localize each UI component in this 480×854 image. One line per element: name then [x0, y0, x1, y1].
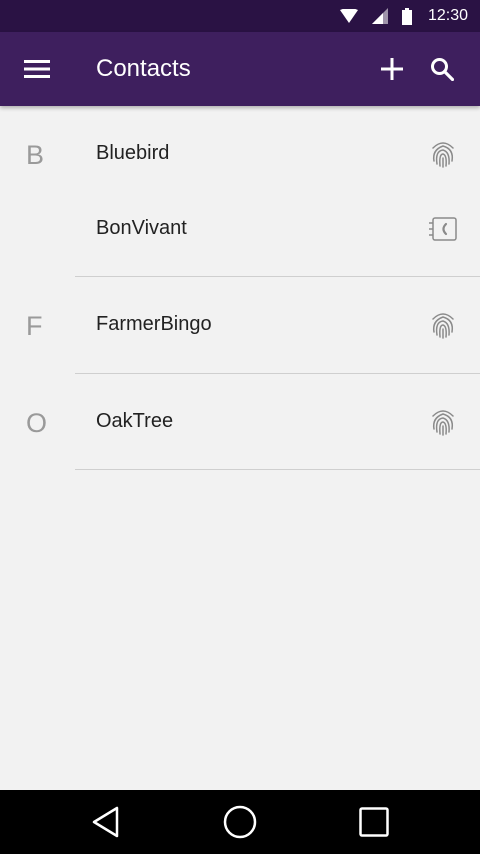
fingerprint-icon [428, 138, 458, 170]
home-button[interactable] [216, 798, 264, 846]
status-bar: 12:30 [0, 0, 480, 32]
status-time: 12:30 [427, 7, 468, 24]
back-button[interactable] [82, 798, 130, 846]
contact-row-bluebird[interactable]: Bluebird [0, 106, 480, 181]
divider [75, 469, 480, 470]
recents-button[interactable] [350, 798, 398, 846]
cell-signal-icon [371, 8, 388, 24]
contact-name: FarmerBingo [96, 313, 212, 335]
battery-icon [401, 7, 412, 25]
search-button[interactable] [418, 45, 466, 93]
section-o: O OakTree [0, 374, 480, 470]
contact-list: B Bluebird BonVivant F FarmerBingo O Oak… [0, 106, 480, 470]
section-f: F FarmerBingo [0, 277, 480, 374]
contact-name: BonVivant [96, 217, 187, 239]
page-title: Contacts [96, 55, 191, 82]
app-bar: Contacts [0, 32, 480, 106]
menu-button[interactable] [13, 45, 61, 93]
fingerprint-icon [428, 309, 458, 341]
contact-name: Bluebird [96, 142, 170, 164]
contact-row-farmerbingo[interactable]: FarmerBingo [0, 277, 480, 352]
contact-phone-icon [428, 213, 458, 245]
menu-icon [24, 60, 50, 78]
add-icon [381, 58, 403, 80]
recents-icon [359, 807, 389, 837]
contact-row-oaktree[interactable]: OakTree [0, 374, 480, 449]
contact-name: OakTree [96, 410, 174, 432]
wifi-icon [339, 9, 358, 23]
section-b: B Bluebird BonVivant [0, 106, 480, 277]
search-icon [431, 58, 454, 81]
contact-row-bonvivant[interactable]: BonVivant [0, 181, 480, 256]
add-contact-button[interactable] [368, 45, 416, 93]
navigation-bar [0, 790, 480, 854]
fingerprint-icon [428, 406, 458, 438]
back-icon [92, 806, 119, 838]
home-icon [223, 805, 257, 839]
